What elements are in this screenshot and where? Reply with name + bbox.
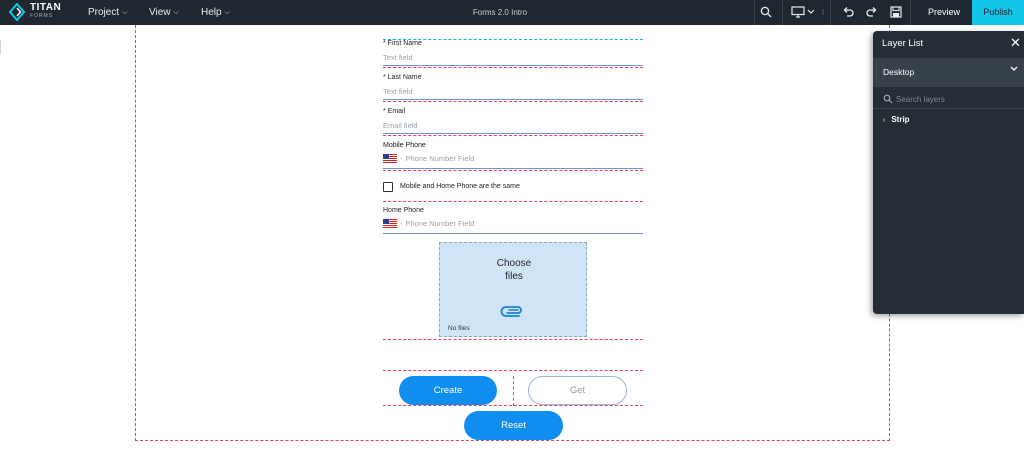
chevron-right-icon[interactable]: › — [883, 117, 885, 124]
home-phone-field[interactable]: Home Phone - Phone Number Field — [383, 207, 643, 237]
layer-item-strip[interactable]: › Strip — [883, 115, 910, 124]
upload-title: Choose files — [440, 257, 588, 283]
email-field[interactable]: * Email Email field — [383, 108, 643, 136]
input-underline — [383, 168, 643, 169]
app-logo[interactable]: TITAN FORMS — [8, 3, 61, 21]
column-guide — [513, 376, 514, 406]
menu-project[interactable]: Project ⌵ — [88, 0, 127, 25]
document-title: Forms 2.0 Intro — [472, 8, 528, 17]
dot-indicator-icon — [815, 4, 831, 20]
last-name-label: * Last Name — [383, 74, 422, 81]
row-guide — [383, 67, 643, 68]
home-phone-label: Home Phone — [383, 207, 424, 214]
mobile-phone-input[interactable]: - Phone Number Field — [383, 154, 643, 163]
first-name-field[interactable]: * First Name Text field — [383, 40, 643, 68]
device-select-value: Desktop — [883, 67, 915, 77]
close-icon[interactable]: ✕ — [1010, 35, 1021, 51]
us-flag-icon — [383, 219, 397, 228]
menu-view[interactable]: View ⌵ — [149, 0, 179, 25]
preview-button[interactable]: Preview — [916, 0, 972, 25]
row-guide — [383, 201, 643, 202]
chevron-down-icon: ⌵ — [173, 8, 179, 16]
row-guide — [383, 135, 643, 136]
undo-icon[interactable] — [840, 4, 856, 20]
menu-help-label: Help — [201, 7, 222, 18]
input-underline — [383, 133, 643, 134]
reset-button[interactable]: Reset — [464, 411, 563, 440]
chevron-down-icon: ⌵ — [224, 8, 230, 16]
chevron-down-icon: ⌵ — [122, 8, 128, 16]
save-icon[interactable] — [888, 4, 904, 20]
search-icon — [883, 94, 893, 104]
us-flag-icon — [383, 154, 397, 163]
toolbar-divider — [782, 0, 783, 25]
device-select[interactable]: Desktop — [873, 58, 1024, 87]
paperclip-icon — [500, 306, 522, 317]
last-name-input[interactable]: Text field — [383, 87, 643, 96]
canvas-ruler-mark — [0, 40, 1, 54]
home-phone-dash: - — [400, 219, 403, 228]
titan-logo-icon — [8, 3, 26, 21]
same-phone-checkbox[interactable] — [383, 182, 393, 192]
row-guide — [383, 370, 643, 371]
search-icon[interactable] — [758, 4, 774, 20]
row-guide — [383, 339, 643, 340]
toolbar-divider — [910, 0, 911, 25]
email-input[interactable]: Email field — [383, 121, 643, 130]
last-name-field[interactable]: * Last Name Text field — [383, 74, 643, 102]
menu-help[interactable]: Help ⌵ — [201, 0, 230, 25]
mobile-phone-placeholder: Phone Number Field — [405, 154, 475, 163]
row-guide — [383, 170, 643, 171]
row-guide — [383, 101, 643, 102]
brand-name: TITAN — [30, 2, 62, 13]
publish-button[interactable]: Publish — [972, 0, 1024, 25]
file-upload-dropzone[interactable]: Choose files No files — [439, 242, 587, 337]
get-button[interactable]: Get — [528, 376, 627, 405]
layer-list-title: Layer List — [882, 38, 924, 49]
layer-search[interactable]: Search layers — [873, 91, 1024, 109]
home-phone-input[interactable]: - Phone Number Field — [383, 219, 643, 228]
brand-sub: FORMS — [30, 13, 54, 19]
upload-status: No files — [448, 325, 470, 332]
toolbar-divider — [830, 0, 831, 25]
first-name-input[interactable]: Text field — [383, 53, 643, 62]
create-button[interactable]: Create — [399, 376, 497, 405]
input-underline — [383, 65, 643, 66]
chevron-down-icon — [1010, 66, 1018, 71]
redo-icon[interactable] — [864, 4, 880, 20]
layer-item-label: Strip — [891, 115, 910, 124]
toolbar-divider — [754, 0, 755, 25]
top-toolbar: TITAN FORMS Project ⌵ View ⌵ Help ⌵ Forms 2… — [0, 0, 1024, 25]
layer-list-panel: Layer List ✕ Desktop Search layers › Stri… — [873, 31, 1024, 314]
email-label: * Email — [383, 108, 406, 115]
upload-title-line2: files — [505, 271, 523, 282]
menu-project-label: Project — [88, 7, 120, 18]
upload-title-line1: Choose — [496, 258, 532, 269]
mobile-phone-dash: - — [400, 154, 403, 163]
input-underline — [383, 99, 643, 100]
row-guide — [383, 405, 643, 406]
home-phone-placeholder: Phone Number Field — [405, 219, 475, 228]
same-phone-checkbox-label: Mobile and Home Phone are the same — [400, 183, 520, 190]
input-underline — [383, 233, 643, 234]
menu-view-label: View — [149, 7, 171, 18]
mobile-phone-label: Mobile Phone — [383, 142, 426, 149]
layer-search-input[interactable]: Search layers — [896, 95, 945, 104]
mobile-phone-field[interactable]: Mobile Phone - Phone Number Field — [383, 142, 643, 172]
first-name-label: * First Name — [383, 40, 422, 47]
